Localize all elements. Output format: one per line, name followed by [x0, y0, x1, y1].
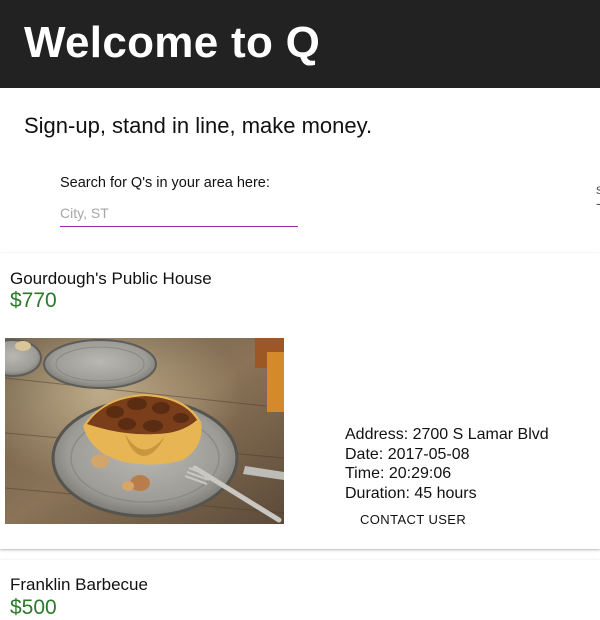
listing-card: Franklin Barbecue $500 — [0, 560, 600, 620]
pecan-pie-donut-photo — [5, 338, 284, 524]
listing-photo — [5, 338, 284, 524]
contact-user-button[interactable]: CONTACT USER — [346, 507, 480, 533]
listing-date: Date: 2017-05-08 — [345, 445, 470, 463]
listing-price: $500 — [10, 596, 57, 619]
listing-address: Address: 2700 S Lamar Blvd — [345, 426, 549, 443]
listing-price: $770 — [10, 289, 57, 312]
search-input[interactable] — [60, 200, 298, 227]
listing-name: Gourdough's Public House — [10, 269, 212, 288]
listing-duration: Duration: 45 hours — [345, 484, 477, 502]
listing-card: Gourdough's Public House $770 Address: 2… — [0, 253, 600, 549]
clipped-content: s- — [596, 182, 600, 210]
page-title: Welcome to Q — [24, 18, 321, 67]
listing-time: Time: 20:29:06 — [345, 465, 452, 482]
search-label: Search for Q's in your area here: — [60, 175, 270, 191]
listing-name: Franklin Barbecue — [10, 575, 148, 594]
listing-details: Address: 2700 S Lamar Blvd Date: 2017-05… — [345, 425, 549, 503]
tagline: Sign-up, stand in line, make money. — [24, 113, 373, 138]
app-header: Welcome to Q — [0, 0, 600, 88]
